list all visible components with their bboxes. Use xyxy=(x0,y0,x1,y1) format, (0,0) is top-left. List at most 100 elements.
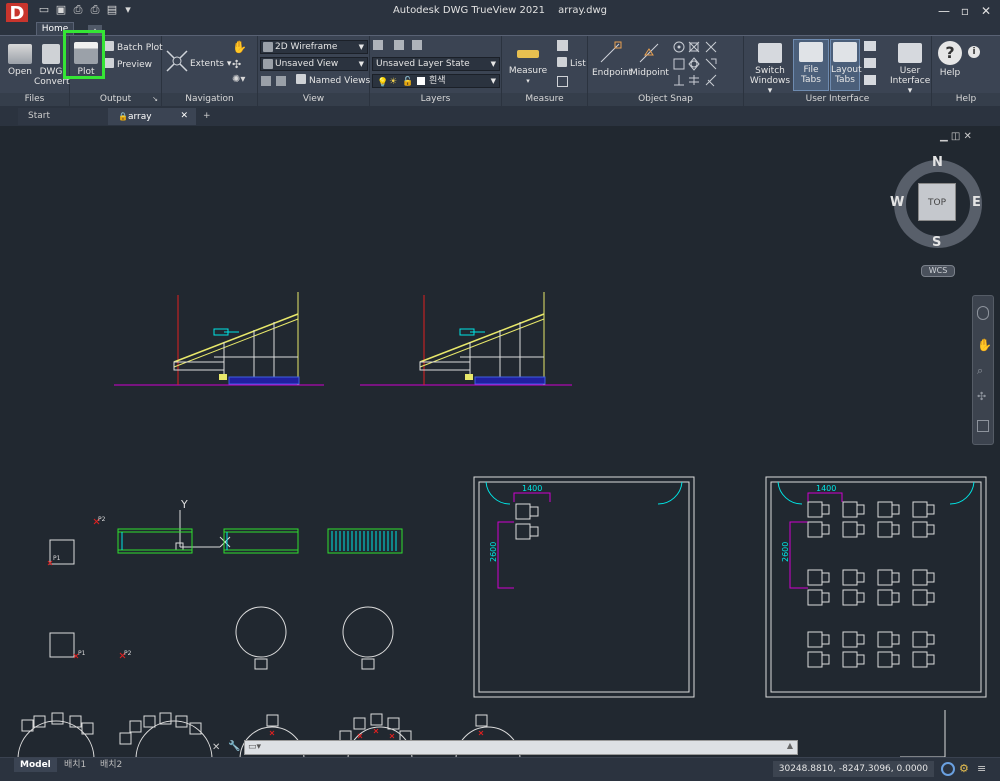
ruler-icon xyxy=(517,50,539,58)
panel-object-snap: Endpoint Midpoint Object Snap xyxy=(588,36,744,106)
quick-measure-icon[interactable] xyxy=(557,76,568,87)
midpoint-button[interactable]: Midpoint xyxy=(630,41,669,78)
id-point-icon[interactable] xyxy=(557,40,568,51)
named-views-icon xyxy=(296,74,306,84)
layer-select[interactable]: 💡 ☀ 🔓 흰색 ▼ xyxy=(372,74,500,88)
panel-title-object-snap: Object Snap xyxy=(588,93,743,106)
save-icon[interactable]: ▣ xyxy=(55,4,67,16)
minimize-icon[interactable]: — xyxy=(934,2,954,20)
print-icon[interactable]: ⎙ xyxy=(72,4,84,16)
open-button[interactable]: Open xyxy=(6,42,34,77)
layout-tab-1[interactable]: 배치1 xyxy=(58,758,92,772)
file-name: array.dwg xyxy=(558,5,608,16)
panel-title-view: View xyxy=(258,93,369,106)
file-tab-array[interactable]: 🔒array ✕ xyxy=(108,108,196,125)
view-cube-icon[interactable] xyxy=(261,76,271,86)
wcs-menu[interactable]: WCS xyxy=(921,265,955,277)
help-button[interactable]: ? Help xyxy=(936,41,964,78)
wrench-icon[interactable]: 🔧 xyxy=(228,741,240,752)
switch-windows-button[interactable]: Switch Windows ▾ xyxy=(748,41,792,96)
compass-south[interactable]: S xyxy=(932,235,941,250)
tile-horizontal-icon[interactable] xyxy=(864,41,876,51)
panel-navigation: Extents ▾ ✋ ✣ ✺▾ Navigation xyxy=(162,36,258,106)
orbit-icon[interactable]: ✣ xyxy=(232,58,241,71)
layer-unisolate-icon[interactable] xyxy=(412,40,422,50)
zoom-nav-icon[interactable]: ⌕ xyxy=(977,364,983,378)
drawing-svg: Y P2 P1 P1 P2 1400 2600 1400 2600 xyxy=(17,292,987,759)
cmdline-scroll-icon[interactable]: ▲ xyxy=(787,741,793,750)
maximize-icon[interactable]: ▫ xyxy=(955,2,975,20)
compass-north[interactable]: N xyxy=(932,155,943,170)
user-interface-button[interactable]: User Interface ▾ xyxy=(890,41,930,96)
quick-access-dropdown-icon[interactable]: ▾ xyxy=(122,4,134,16)
close-tab-icon[interactable]: ✕ xyxy=(180,108,188,125)
file-tab-start[interactable]: Start xyxy=(18,108,108,125)
preview-button[interactable]: Preview xyxy=(104,58,152,72)
view-icon xyxy=(263,59,273,69)
plus-icon[interactable]: + xyxy=(200,108,216,125)
pan-nav-icon[interactable]: ✋ xyxy=(977,338,992,352)
list-button[interactable]: List xyxy=(557,57,586,71)
lock-icon: 🔓 xyxy=(402,77,414,87)
tile-vertical-icon[interactable] xyxy=(864,58,876,68)
close-icon[interactable]: ✕ xyxy=(976,2,996,20)
coordinates-readout[interactable]: 30248.8810, -8247.3096, 0.0000 xyxy=(772,761,934,777)
panel-measure: Measure ▾ List Measure xyxy=(502,36,588,106)
steering-wheel-icon[interactable]: ✺▾ xyxy=(232,74,245,85)
panel-title-files: Files xyxy=(0,93,69,106)
layout-tabs-button[interactable]: Layout Tabs xyxy=(830,39,862,91)
user-interface-icon xyxy=(898,43,922,63)
preview-icon xyxy=(104,58,114,68)
isolate-objects-icon[interactable] xyxy=(941,762,955,776)
open-file-icon[interactable]: ▭ xyxy=(38,4,50,16)
panel-title-measure: Measure xyxy=(502,93,587,106)
visual-style-select[interactable]: 2D Wireframe ▼ xyxy=(260,40,368,54)
info-icon[interactable]: i xyxy=(968,46,980,58)
command-line-input[interactable]: ▭▾ ▲ xyxy=(244,740,798,755)
panel-title-layers: Layers xyxy=(370,93,501,106)
panel-title-output: Output ↘ xyxy=(70,93,161,106)
showmotion-nav-icon[interactable] xyxy=(977,420,989,432)
status-bar: Model 배치1 배치2 30248.8810, -8247.3096, 0.… xyxy=(0,757,1000,781)
viewport-icon[interactable] xyxy=(276,76,286,86)
switch-windows-icon xyxy=(758,43,782,63)
command-prompt-icon: ▭▾ xyxy=(248,742,262,752)
annotation-scale-icon[interactable]: ⚙ xyxy=(959,762,969,775)
customization-icon[interactable]: ≡ xyxy=(977,762,986,775)
dim-2600-room1: 2600 xyxy=(489,542,498,562)
list-icon xyxy=(557,57,567,67)
cascade-icon[interactable] xyxy=(864,75,876,85)
steering-wheel-nav-icon[interactable] xyxy=(977,306,989,320)
layout-tab-model[interactable]: Model xyxy=(14,758,57,772)
file-tabs-button[interactable]: File Tabs xyxy=(793,39,829,91)
panel-title-help: Help xyxy=(932,93,1000,106)
batch-plot-button[interactable]: Batch Plot xyxy=(104,41,163,55)
sun-icon: ☀ xyxy=(389,77,398,87)
measure-button[interactable]: Measure ▾ xyxy=(508,42,548,86)
layer-properties-icon[interactable] xyxy=(373,40,383,50)
folder-icon xyxy=(8,44,32,64)
dwg-convert-icon xyxy=(42,44,60,64)
compass-west[interactable]: W xyxy=(890,195,904,210)
panel-launcher-icon[interactable]: ↘ xyxy=(152,93,158,106)
batch-plot-icon[interactable]: ▤ xyxy=(106,4,118,16)
drawing-canvas[interactable]: ▁ ◫ ✕ Y P2 P1 P1 P2 1400 2600 1400 2600 xyxy=(2,127,998,759)
endpoint-button[interactable]: Endpoint xyxy=(592,41,632,78)
zoom-extents-icon[interactable] xyxy=(166,50,188,72)
compass-east[interactable]: E xyxy=(972,195,981,210)
orbit-nav-icon[interactable]: ✣ xyxy=(977,390,986,403)
viewcube-top[interactable]: TOP xyxy=(918,183,956,221)
named-views-button[interactable]: Named Views xyxy=(296,74,370,88)
layer-state-select[interactable]: Unsaved Layer State ▼ xyxy=(372,57,500,71)
title-bar: D ▭ ▣ ⎙ ⎙ ▤ ▾ Autodesk DWG TrueView 2021… xyxy=(0,0,1000,25)
layer-color-swatch xyxy=(417,77,425,85)
layout-tab-2[interactable]: 배치2 xyxy=(94,758,128,772)
pan-icon[interactable]: ✋ xyxy=(232,40,247,54)
panel-view: 2D Wireframe ▼ Unsaved View ▼ Named Views … xyxy=(258,36,370,106)
layer-isolate-icon[interactable] xyxy=(394,40,404,50)
panel-help: ? Help i Help xyxy=(932,36,1000,106)
extents-button[interactable]: Extents ▾ xyxy=(190,58,231,72)
plot-icon[interactable]: ⎙ xyxy=(89,4,101,16)
saved-view-select[interactable]: Unsaved View ▼ xyxy=(260,57,368,71)
close-cmdline-icon[interactable]: ✕ xyxy=(212,742,220,753)
